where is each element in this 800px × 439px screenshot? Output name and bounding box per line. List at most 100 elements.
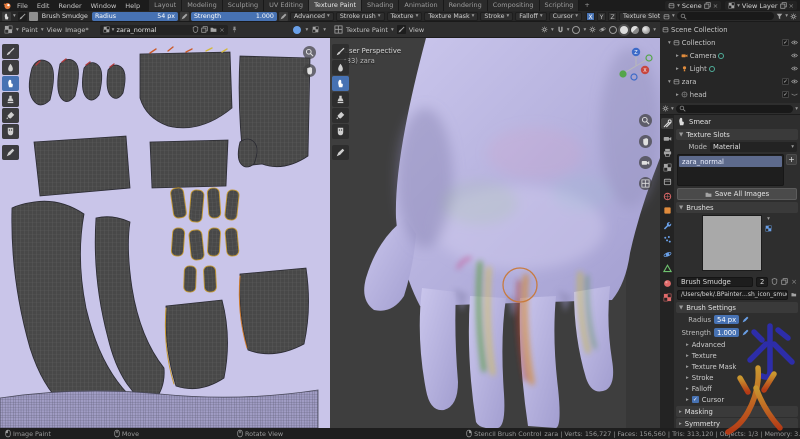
chevron-down-icon[interactable]: ▾ <box>795 106 798 112</box>
tool-mask-button[interactable] <box>332 124 349 139</box>
radius-slider[interactable]: Radius 54 px <box>92 12 178 21</box>
expand-triangle[interactable]: ▾ <box>668 79 671 85</box>
mirror-z-button[interactable]: Z <box>608 12 617 21</box>
collection-checkbox[interactable]: ✓ <box>782 39 789 46</box>
texture-mask-popover[interactable]: Texture Mask▾ <box>424 12 478 21</box>
tab-particles[interactable] <box>661 234 673 245</box>
image-menu[interactable]: Image* <box>65 26 89 34</box>
workspace-tab-animation[interactable]: Animation <box>399 0 443 11</box>
tab-output[interactable] <box>661 147 673 158</box>
viewport-canvas[interactable]: User Perspective (33) zara Z <box>330 38 660 428</box>
fake-user-shield-icon[interactable] <box>192 26 199 33</box>
tab-object[interactable] <box>661 205 673 216</box>
brush-preview-image[interactable] <box>702 215 762 271</box>
active-tool-row[interactable]: Smear <box>674 115 800 128</box>
outliner-row-head[interactable]: ▸ head ✓ <box>662 88 798 101</box>
brush-name-label[interactable]: Brush Smudge <box>40 13 90 20</box>
workspace-tab-sculpting[interactable]: Sculpting <box>223 0 264 11</box>
outliner-row-scene-collection[interactable]: Scene Collection <box>662 23 798 36</box>
editor-type-icon[interactable] <box>334 25 343 34</box>
show-gizmo-icon[interactable] <box>589 26 596 33</box>
workspace-tab-compositing[interactable]: Compositing <box>488 0 540 11</box>
workspace-tab-modeling[interactable]: Modeling <box>182 0 223 11</box>
tool-clone-button[interactable] <box>332 92 349 107</box>
strength-slider[interactable]: 1.000 <box>714 328 739 337</box>
radius-pressure-toggle[interactable] <box>742 316 749 323</box>
brush-users-count[interactable]: 2 <box>756 277 768 287</box>
editor-type-icon[interactable] <box>4 25 13 34</box>
save-all-images-button[interactable]: Save All Images <box>677 188 797 200</box>
display-mode-icon[interactable] <box>663 13 670 20</box>
expand-triangle[interactable]: ▸ <box>676 66 679 72</box>
new-image-icon[interactable] <box>201 26 208 33</box>
tab-render[interactable] <box>661 133 673 144</box>
workspace-tab-uv-editing[interactable]: UV Editing <box>264 0 309 11</box>
snap-magnet-icon[interactable] <box>557 26 564 33</box>
tool-mask-button[interactable] <box>2 124 19 139</box>
subpanel-cursor[interactable]: ▸ ✓ Cursor <box>674 394 800 405</box>
tab-world[interactable] <box>661 191 673 202</box>
open-image-folder-icon[interactable] <box>210 26 217 33</box>
shading-rendered-button[interactable] <box>642 26 650 34</box>
brush-color-swatch[interactable] <box>29 12 38 21</box>
render-slot-icon[interactable] <box>312 26 319 33</box>
strength-pressure-toggle[interactable] <box>279 12 288 21</box>
strength-slider[interactable]: Strength 1.000 <box>191 12 277 21</box>
expand-triangle[interactable]: ▸ <box>676 53 679 59</box>
collection-checkbox[interactable]: ✓ <box>782 78 789 85</box>
tool-soften-button[interactable] <box>2 60 19 75</box>
duplicate-brush-icon[interactable] <box>781 278 788 285</box>
expand-triangle[interactable]: ▸ <box>676 92 679 98</box>
outliner-row-camera[interactable]: ▸ Camera <box>662 49 798 62</box>
stroke-rush-popover[interactable]: Stroke rush▾ <box>336 12 385 21</box>
expand-triangle[interactable]: ▾ <box>668 40 671 46</box>
tab-tool[interactable] <box>661 118 673 129</box>
editor-type-icon[interactable] <box>662 105 669 112</box>
tool-soften-button[interactable] <box>332 60 349 75</box>
uv-canvas[interactable] <box>0 38 330 428</box>
subpanel-falloff[interactable]: ▸Falloff <box>674 383 800 394</box>
view-menu[interactable]: View <box>47 26 62 34</box>
subpanel-stroke[interactable]: ▸Stroke <box>674 372 800 383</box>
zoom-button[interactable] <box>303 46 316 59</box>
radius-pressure-toggle[interactable] <box>180 12 189 21</box>
brush-name-field[interactable]: Brush Smudge <box>677 277 753 287</box>
display-channels-icon[interactable] <box>293 26 301 34</box>
eye-icon[interactable] <box>791 52 798 59</box>
menu-help[interactable]: Help <box>121 2 144 10</box>
subpanel-advanced[interactable]: ▸Advanced <box>674 339 800 350</box>
tab-scene[interactable] <box>661 176 673 187</box>
tool-annotate-button[interactable] <box>2 145 19 160</box>
tool-smear-button[interactable] <box>2 76 19 91</box>
cursor-checkbox[interactable]: ✓ <box>692 396 699 403</box>
blender-logo-icon[interactable] <box>3 1 12 10</box>
cursor-popover[interactable]: Cursor▾ <box>549 12 582 21</box>
outliner-search-input[interactable] <box>677 12 774 20</box>
add-workspace-button[interactable]: + <box>579 0 594 11</box>
camera-view-button[interactable] <box>639 156 652 169</box>
outliner-settings-icon[interactable] <box>790 13 797 20</box>
workspace-tab-layout[interactable]: Layout <box>149 0 182 11</box>
menu-render[interactable]: Render <box>54 2 85 10</box>
brush-icon-path-field[interactable]: /Users/bek/.BPainter…sh_icon_smudge.png <box>677 290 788 300</box>
show-overlays-icon[interactable] <box>599 26 606 33</box>
view-layer-selector[interactable]: ▾ View Layer × <box>725 1 797 10</box>
unlink-scene-button[interactable]: × <box>713 2 718 10</box>
new-scene-icon[interactable] <box>704 2 711 9</box>
pin-icon[interactable] <box>231 26 238 33</box>
tab-modifiers[interactable] <box>661 220 673 231</box>
shading-material-button[interactable] <box>631 26 639 34</box>
unlink-brush-button[interactable]: × <box>791 278 797 286</box>
scene-selector[interactable]: ▾ Scene × <box>665 1 721 10</box>
shading-wireframe-button[interactable] <box>609 26 617 34</box>
tab-physics[interactable] <box>661 249 673 260</box>
tool-fill-button[interactable] <box>2 108 19 123</box>
advanced-popover[interactable]: Advanced▾ <box>290 12 334 21</box>
brush-thumbnail-button[interactable] <box>397 25 406 34</box>
eye-icon[interactable] <box>791 65 798 72</box>
mirror-y-button[interactable]: Y <box>597 12 606 21</box>
image-datablock-field[interactable]: ▾ zara_normal × <box>100 25 228 35</box>
filter-funnel-icon[interactable] <box>776 13 783 20</box>
radius-slider[interactable]: 54 px <box>714 315 739 324</box>
menu-window[interactable]: Window <box>87 2 121 10</box>
